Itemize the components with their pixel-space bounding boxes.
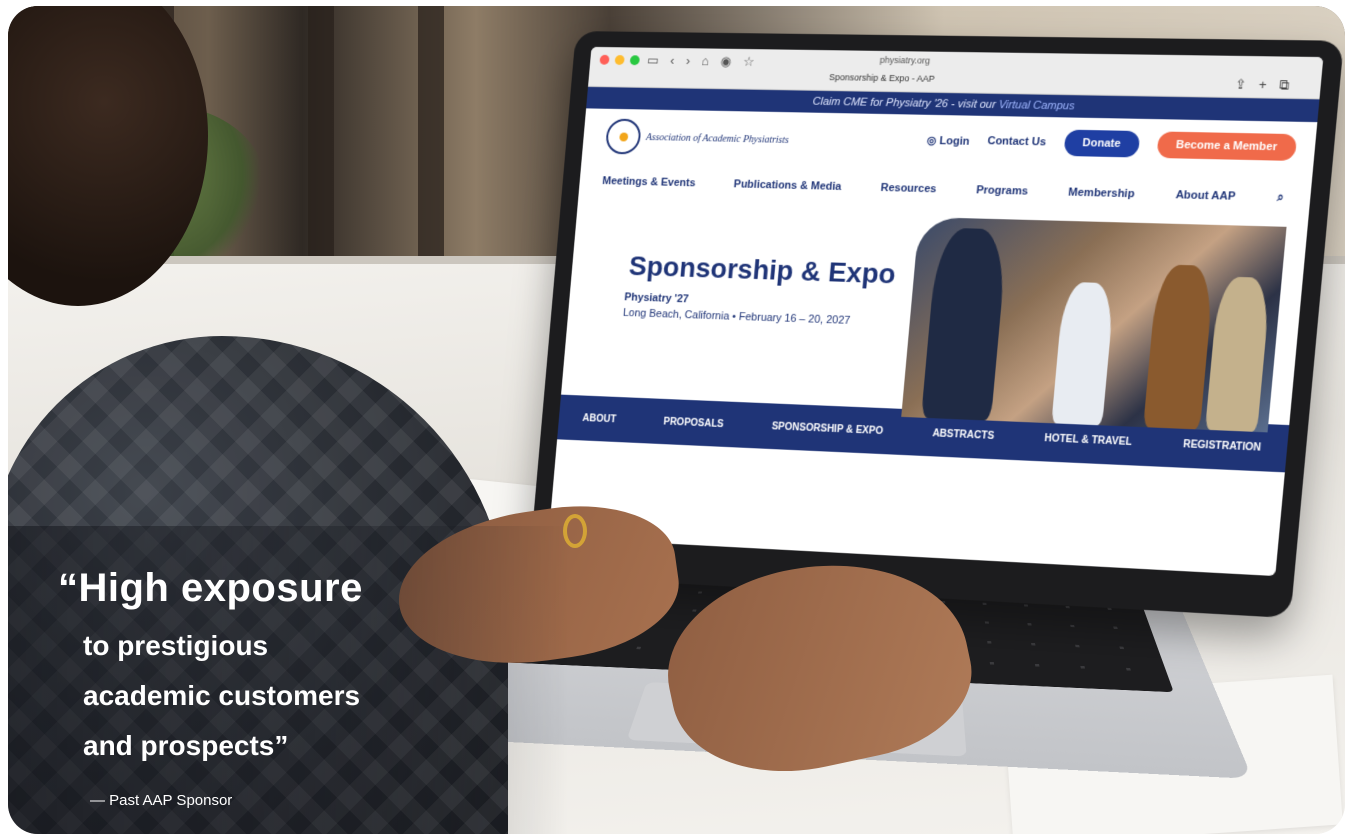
quote-line-1: “High exposure <box>58 566 363 610</box>
home-icon[interactable]: ⌂ <box>701 53 710 69</box>
search-icon[interactable]: ⌕ <box>1277 191 1285 205</box>
laptop-screen: ▭ ‹ › ⌂ ◉ ☆ physiatry.org Sponsorship & … <box>548 46 1324 577</box>
browser-nav-icons: ▭ ‹ › ⌂ ◉ ☆ <box>646 53 756 70</box>
new-tab-icon[interactable]: + <box>1258 77 1267 94</box>
nav-membership[interactable]: Membership <box>1068 186 1135 200</box>
hero-subtitle: Physiatry '27 <box>623 291 690 306</box>
photo-person <box>1143 264 1215 430</box>
close-icon[interactable] <box>599 54 610 65</box>
subnav-proposals[interactable]: PROPOSALS <box>663 416 724 429</box>
sidebar-icon[interactable]: ▭ <box>646 53 660 69</box>
quote-line-3: academic customers <box>83 680 361 711</box>
photo-person <box>1205 276 1272 432</box>
forward-icon[interactable]: › <box>685 53 690 69</box>
nav-programs[interactable]: Programs <box>976 184 1029 197</box>
address-bar[interactable]: physiatry.org <box>879 55 930 66</box>
hero-date: Long Beach, California • February 16 – 2… <box>622 307 851 327</box>
hero-photo <box>901 216 1287 433</box>
login-label: Login <box>938 134 970 148</box>
quote-attribution: — Past AAP Sponsor <box>90 792 233 809</box>
subnav-about[interactable]: ABOUT <box>582 413 616 425</box>
utility-nav: ◎ Login Contact Us Donate Become a Membe… <box>926 127 1298 161</box>
logo-mark <box>604 118 642 155</box>
maximize-icon[interactable] <box>629 55 640 66</box>
back-icon[interactable]: ‹ <box>670 53 675 69</box>
subnav-sponsorship[interactable]: SPONSORSHIP & EXPO <box>771 421 883 437</box>
photo-person <box>921 227 1009 421</box>
subnav-abstracts[interactable]: ABSTRACTS <box>932 428 995 442</box>
virtual-campus-link[interactable]: Virtual Campus <box>998 99 1075 112</box>
cme-banner-text: Claim CME for Physiatry '26 - visit our <box>812 95 997 112</box>
minimize-icon[interactable] <box>614 55 625 65</box>
logo-text: Association of Academic Physiatrists <box>645 131 790 146</box>
subnav-registration[interactable]: REGISTRATION <box>1183 439 1262 454</box>
nav-meetings[interactable]: Meetings & Events <box>602 175 696 189</box>
quote-line-2: to prestigious <box>83 630 269 661</box>
donate-button[interactable]: Donate <box>1062 129 1141 158</box>
user-icon: ◎ <box>926 134 941 147</box>
hero-section: Sponsorship & Expo Physiatry '27 Long Be… <box>561 200 1308 433</box>
nav-resources[interactable]: Resources <box>880 182 937 195</box>
nav-about[interactable]: About AAP <box>1175 189 1236 203</box>
shield-icon[interactable]: ◉ <box>720 54 732 70</box>
hero-title: Sponsorship & Expo <box>627 250 897 290</box>
photo-frame: ▭ ‹ › ⌂ ◉ ☆ physiatry.org Sponsorship & … <box>8 6 1345 834</box>
tabs-overview-icon[interactable]: ⧉ <box>1279 77 1290 94</box>
window-controls <box>599 54 640 66</box>
browser-tab[interactable]: Sponsorship & Expo - AAP <box>829 72 935 84</box>
browser-actions: ⇪ + ⧉ <box>1234 76 1290 93</box>
contact-link[interactable]: Contact Us <box>987 135 1047 148</box>
subnav-hotel[interactable]: HOTEL & TRAVEL <box>1044 433 1132 448</box>
quote-line-4: and prospects” <box>83 730 289 761</box>
photo-person <box>1051 281 1116 426</box>
share-icon[interactable]: ⇪ <box>1234 76 1247 93</box>
nav-publications[interactable]: Publications & Media <box>733 178 842 193</box>
become-member-button[interactable]: Become a Member <box>1156 131 1298 161</box>
site-logo[interactable]: Association of Academic Physiatrists <box>604 118 791 158</box>
star-icon[interactable]: ☆ <box>742 54 755 70</box>
login-link[interactable]: ◎ Login <box>926 133 970 147</box>
